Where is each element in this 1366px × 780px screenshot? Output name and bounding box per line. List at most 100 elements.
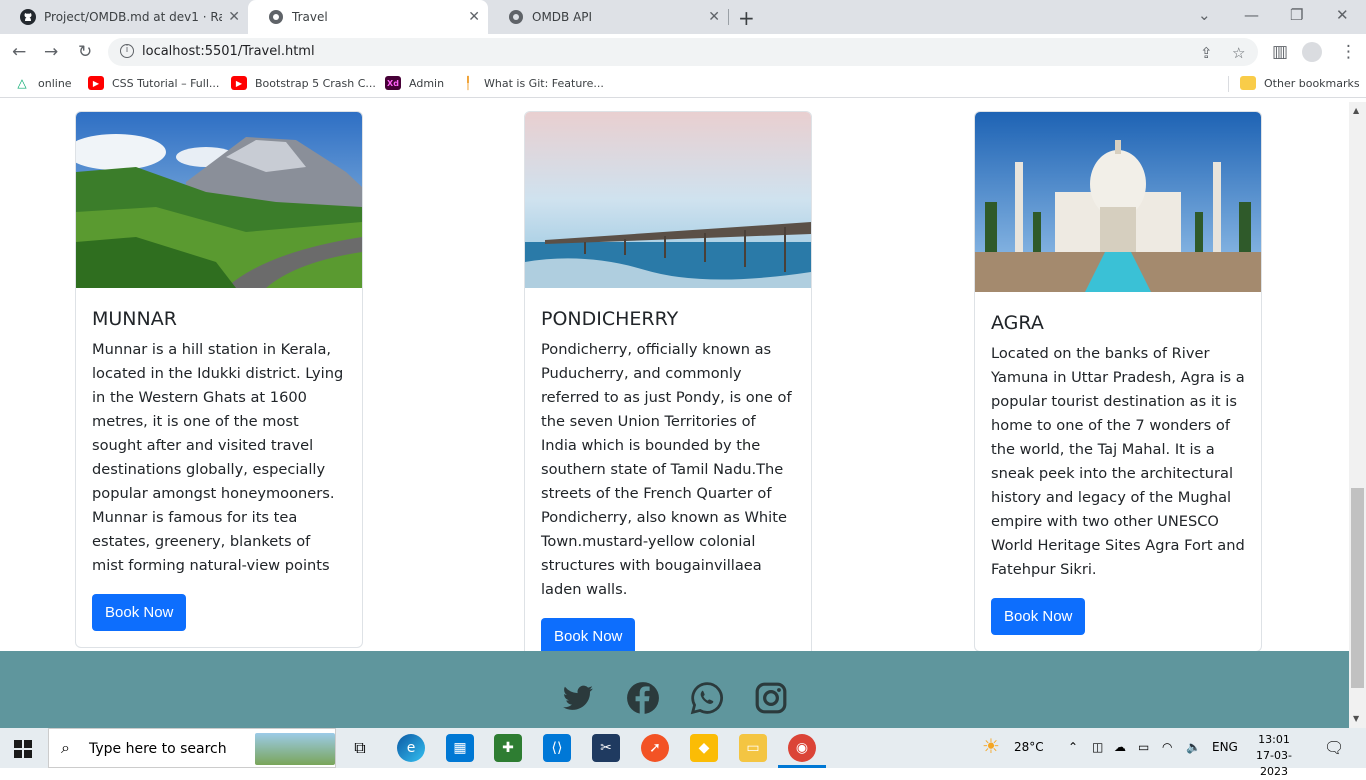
weather-temp[interactable]: 28°C — [1014, 740, 1044, 754]
card-title: PONDICHERRY — [541, 308, 679, 330]
destination-card: PONDICHERRY Pondicherry, officially know… — [524, 111, 812, 672]
volume-icon[interactable]: 🔈 — [1186, 740, 1201, 754]
new-tab-button[interactable]: + — [738, 6, 755, 30]
site-info-icon[interactable]: i — [120, 44, 134, 58]
destination-card: AGRA Located on the banks of River Yamun… — [974, 111, 1262, 652]
globe-icon — [268, 9, 284, 25]
facebook-icon[interactable] — [626, 681, 660, 715]
windows-taskbar: ⌕ Type here to search ⧉ e ▦ ✚ ⟨⟩ ✂ ➚ ◆ ▭… — [0, 728, 1366, 778]
git-icon: ╿ — [464, 76, 472, 90]
bookmark-star-icon[interactable]: ☆ — [1232, 44, 1245, 62]
store-icon[interactable]: ▦ — [446, 734, 474, 762]
bookmark-label: Bootstrap 5 Crash C... — [255, 76, 376, 90]
tab-omdb[interactable]: OMDB API ✕ — [488, 0, 728, 34]
windows-start-icon[interactable] — [14, 740, 32, 758]
side-panel-icon[interactable]: ▥ — [1272, 42, 1288, 62]
profile-avatar[interactable] — [1302, 42, 1322, 62]
bookmark-item[interactable]: Xd Admin — [385, 76, 444, 90]
munnar-image — [76, 112, 362, 288]
task-view-icon[interactable]: ⧉ — [346, 734, 374, 762]
scroll-up-icon[interactable]: ▲ — [1353, 106, 1359, 115]
search-icon: ⌕ — [61, 738, 70, 757]
tab-travel[interactable]: Travel ✕ — [248, 0, 488, 34]
book-now-button[interactable]: Book Now — [541, 618, 636, 655]
figma-icon[interactable]: ◆ — [690, 734, 718, 762]
bookmark-item[interactable]: △ online — [14, 76, 72, 90]
bookmark-label: online — [38, 76, 72, 90]
notification-icon[interactable]: 🗨 — [1324, 738, 1344, 757]
wifi-icon[interactable]: ◠ — [1162, 740, 1172, 754]
page-viewport: MUNNAR Munnar is a hill station in Keral… — [0, 102, 1349, 728]
tab-title: OMDB API — [532, 10, 593, 24]
close-window-icon[interactable]: ✕ — [1336, 6, 1349, 24]
instagram-icon[interactable] — [754, 681, 788, 715]
twitter-icon[interactable] — [561, 681, 595, 715]
book-now-button[interactable]: Book Now — [991, 598, 1086, 635]
bookmarks-bar: △ online ▶ CSS Tutorial – Full... ▶ Boot… — [0, 70, 1366, 98]
github-icon — [20, 9, 36, 25]
taskbar-search[interactable]: ⌕ Type here to search — [48, 728, 336, 768]
forward-icon[interactable]: → — [44, 42, 58, 62]
weather-icon[interactable]: ☀ — [982, 734, 1000, 758]
scroll-down-icon[interactable]: ▼ — [1353, 714, 1359, 723]
scrollbar-thumb[interactable] — [1351, 488, 1364, 688]
language-indicator[interactable]: ENG — [1212, 740, 1238, 754]
tab-title: Project/OMDB.md at dev1 · Ranji — [44, 10, 222, 24]
url-text[interactable]: localhost:5501/Travel.html — [142, 44, 315, 59]
tab-title: Travel — [292, 10, 328, 24]
menu-icon[interactable]: ⋮ — [1340, 42, 1357, 62]
youtube-icon: ▶ — [231, 76, 247, 90]
cloud-icon[interactable]: ☁ — [1114, 740, 1126, 754]
bookmark-item[interactable]: ▶ CSS Tutorial – Full... — [88, 76, 219, 90]
file-explorer-icon[interactable]: ▭ — [739, 734, 767, 762]
app-icon: △ — [17, 76, 27, 90]
vscode-icon[interactable]: ⟨⟩ — [543, 734, 571, 762]
clock-date: 17-03-2023 — [1256, 749, 1292, 778]
reload-icon[interactable]: ↻ — [78, 42, 92, 62]
browser-tab-strip: Project/OMDB.md at dev1 · Ranji ✕ Travel… — [0, 0, 1366, 34]
battery-icon[interactable]: ▭ — [1138, 740, 1149, 754]
bookmark-label: What is Git: Feature... — [484, 76, 604, 90]
folder-icon — [1240, 76, 1256, 90]
bookmark-divider — [1228, 76, 1229, 92]
agra-image — [975, 112, 1261, 292]
card-text: Munnar is a hill station in Kerala, loca… — [92, 341, 344, 574]
card-text: Located on the banks of River Yamuna in … — [991, 345, 1245, 578]
clock-time: 13:01 — [1258, 733, 1290, 746]
bookmark-item[interactable]: ╿ What is Git: Feature... — [460, 76, 604, 90]
snipping-icon[interactable]: ✂ — [592, 734, 620, 762]
network-icon[interactable]: ◫ — [1092, 740, 1103, 754]
whatsapp-icon[interactable] — [690, 681, 724, 715]
tab-github[interactable]: Project/OMDB.md at dev1 · Ranji ✕ — [0, 0, 248, 34]
chrome-icon[interactable]: ◉ — [788, 734, 816, 762]
page-scrollbar[interactable]: ▲ ▼ — [1349, 102, 1366, 728]
book-now-button[interactable]: Book Now — [92, 594, 187, 631]
other-bookmarks[interactable]: Other bookmarks — [1240, 76, 1360, 90]
edge-icon[interactable]: e — [397, 734, 425, 762]
destination-card: MUNNAR Munnar is a hill station in Keral… — [75, 111, 363, 648]
game-icon[interactable]: ✚ — [494, 734, 522, 762]
pondicherry-image — [525, 112, 811, 288]
search-placeholder: Type here to search — [89, 741, 227, 757]
minimize-icon[interactable]: — — [1244, 6, 1259, 24]
back-icon[interactable]: ← — [12, 42, 26, 62]
card-title: AGRA — [991, 312, 1044, 334]
clock[interactable]: 13:01 17-03-2023 — [1244, 732, 1304, 780]
postman-icon[interactable]: ➚ — [641, 734, 669, 762]
globe-icon — [508, 9, 524, 25]
chevron-up-icon[interactable]: ⌃ — [1068, 740, 1078, 754]
share-icon[interactable]: ⇪ — [1200, 44, 1213, 62]
tab-search-icon[interactable]: ⌄ — [1198, 6, 1211, 24]
close-icon[interactable]: ✕ — [228, 9, 240, 25]
address-bar[interactable]: i localhost:5501/Travel.html ⇪ ☆ — [108, 38, 1258, 66]
page-footer — [0, 651, 1349, 728]
restore-icon[interactable]: ❐ — [1290, 6, 1303, 24]
youtube-icon: ▶ — [88, 76, 104, 90]
bookmark-item[interactable]: ▶ Bootstrap 5 Crash C... — [231, 76, 376, 90]
xd-icon: Xd — [385, 76, 401, 90]
browser-toolbar: ← → ↻ i localhost:5501/Travel.html ⇪ ☆ ▥… — [0, 34, 1366, 70]
close-icon[interactable]: ✕ — [468, 9, 480, 25]
bookmark-label: Admin — [409, 76, 445, 90]
tab-divider — [728, 9, 729, 25]
close-icon[interactable]: ✕ — [708, 9, 720, 25]
